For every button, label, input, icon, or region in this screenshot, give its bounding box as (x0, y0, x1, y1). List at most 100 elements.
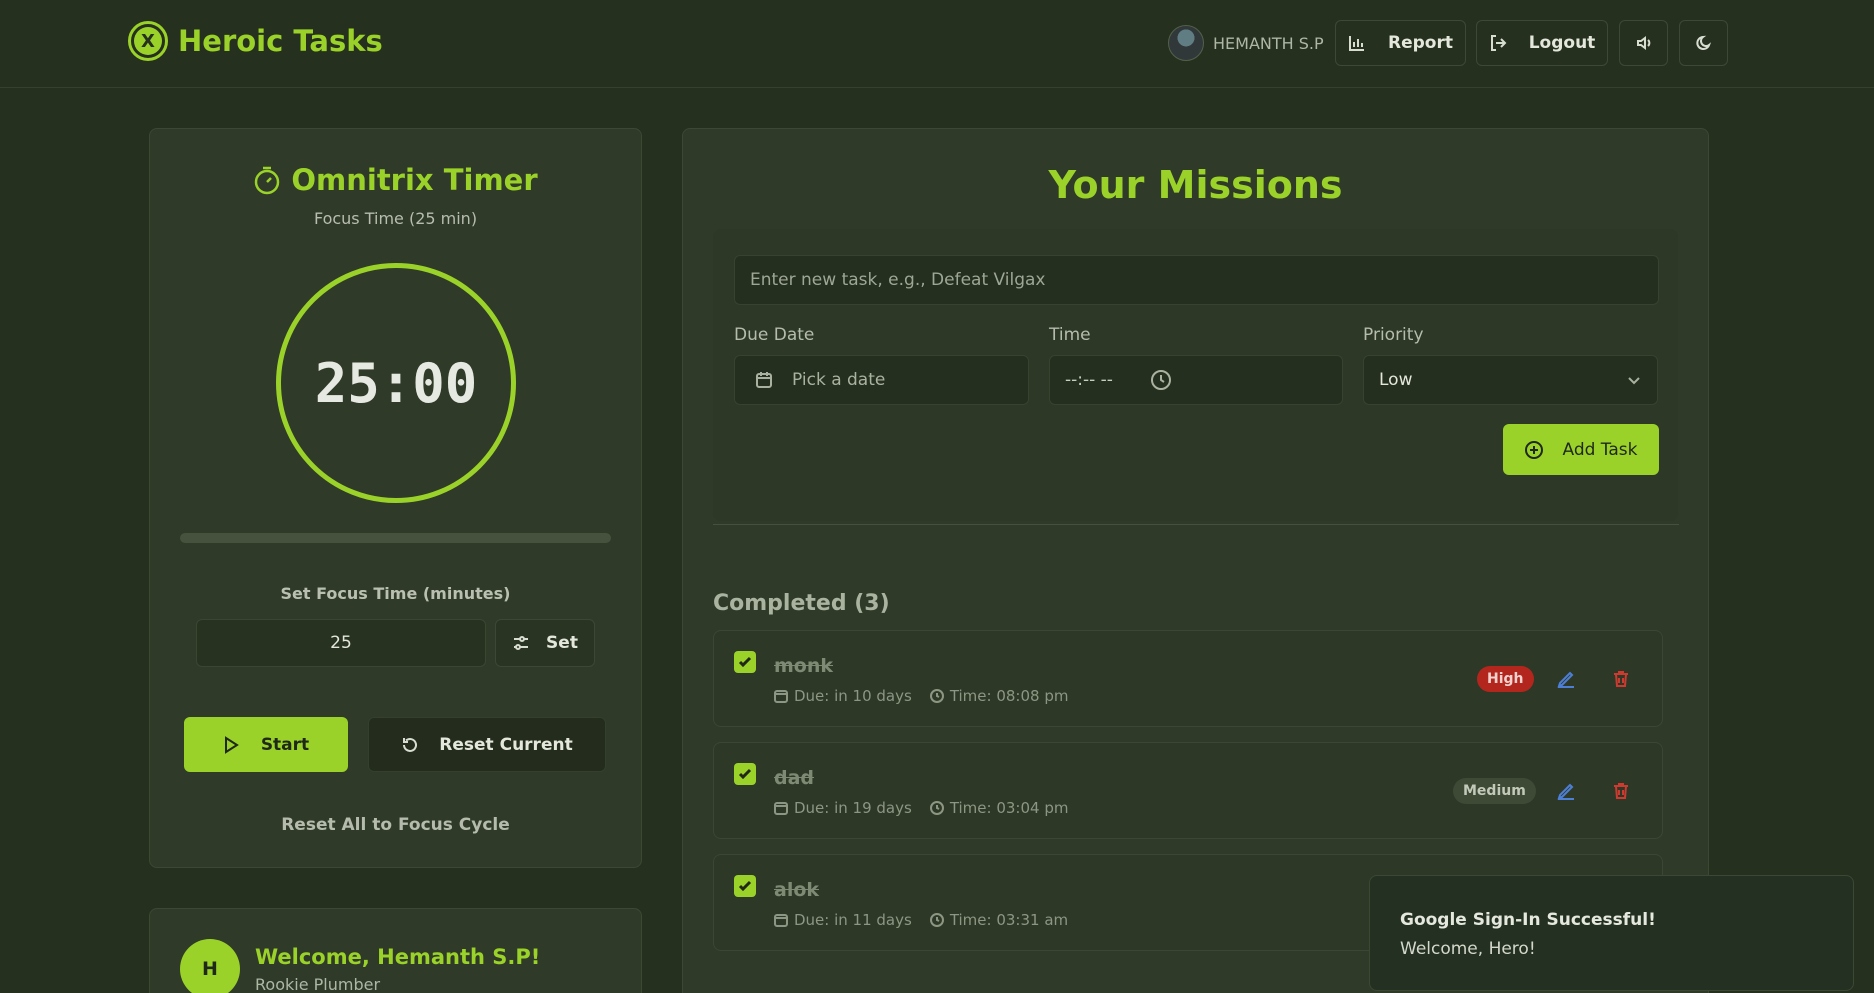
app-logo[interactable]: X Heroic Tasks (128, 21, 383, 61)
task-card: dad Due: in 19 days Time: 03:04 pm Mediu… (713, 742, 1663, 839)
moon-icon (1695, 35, 1711, 50)
check-icon (738, 656, 752, 668)
priority-badge: Medium (1453, 778, 1536, 804)
section-divider (713, 524, 1679, 525)
calendar-icon (774, 802, 788, 815)
task-due: Due: in 10 days (794, 687, 912, 705)
check-icon (738, 880, 752, 892)
set-label: Set (546, 633, 578, 653)
user-name: HEMANTH S.P (1213, 33, 1324, 53)
welcome-name: Welcome, Hemanth S.P! (255, 945, 541, 969)
toast-title: Google Sign-In Successful! (1400, 910, 1656, 930)
timer-panel: Omnitrix Timer Focus Time (25 min) 25:00… (149, 128, 642, 868)
chevron-down-icon (1628, 377, 1640, 385)
toast-notification[interactable]: Google Sign-In Successful! Welcome, Hero… (1369, 875, 1854, 991)
task-meta: Due: in 10 days Time: 08:08 pm (774, 687, 1068, 705)
task-checkbox[interactable] (734, 875, 756, 897)
logout-button[interactable]: Logout (1476, 20, 1608, 66)
clock-icon (929, 689, 944, 703)
reset-all-link[interactable]: Reset All to Focus Cycle (150, 815, 641, 835)
rotate-ccw-icon (403, 737, 418, 752)
welcome-panel: H Welcome, Hemanth S.P! Rookie Plumber (149, 908, 642, 993)
focus-time-label: Set Focus Time (minutes) (280, 584, 511, 603)
task-time: Time: 08:08 pm (949, 687, 1069, 705)
timer-subtitle: Focus Time (25 min) (313, 209, 478, 228)
timer-title: Omnitrix Timer (291, 163, 538, 197)
start-label: Start (260, 734, 310, 755)
edit-button[interactable] (1554, 779, 1578, 803)
add-task-button[interactable]: Add Task (1503, 424, 1659, 475)
delete-button[interactable] (1609, 779, 1633, 803)
task-name: dad (774, 767, 815, 789)
missions-panel: Your Missions Due Date Time Priority Pic… (682, 128, 1709, 993)
time-label: Time (1049, 325, 1091, 345)
pencil-icon (1557, 671, 1574, 688)
task-meta: Due: in 11 days Time: 03:31 am (774, 911, 1068, 929)
task-card: monk Due: in 10 days Time: 08:08 pm High (713, 630, 1663, 727)
focus-minutes-input[interactable] (196, 619, 486, 667)
priority-value: Low (1379, 370, 1413, 390)
due-date-label: Due Date (734, 325, 815, 345)
report-button[interactable]: Report (1335, 20, 1466, 66)
app-title: Heroic Tasks (178, 24, 383, 58)
reset-current-button[interactable]: Reset Current (368, 717, 606, 772)
task-checkbox[interactable] (734, 651, 756, 673)
completed-heading: Completed (3) (713, 591, 890, 616)
due-date-picker[interactable]: Pick a date (734, 355, 1029, 405)
task-name: alok (774, 879, 820, 901)
reset-current-label: Reset Current (439, 734, 573, 755)
trash-icon (1614, 671, 1628, 687)
clock-icon (929, 801, 944, 815)
user-avatar (1168, 25, 1204, 61)
timer-title-row: Omnitrix Timer (150, 163, 641, 197)
theme-toggle-button[interactable] (1679, 20, 1728, 66)
task-name: monk (774, 655, 834, 677)
timer-progress-bar (180, 533, 611, 543)
new-task-input[interactable] (734, 255, 1659, 305)
priority-label: Priority (1363, 325, 1424, 345)
date-placeholder: Pick a date (792, 370, 886, 390)
task-due: Due: in 11 days (794, 911, 912, 929)
toast-message: Welcome, Hero! (1400, 939, 1536, 959)
task-time: Time: 03:31 am (949, 911, 1069, 929)
edit-button[interactable] (1554, 667, 1578, 691)
pencil-icon (1557, 783, 1574, 800)
plus-circle-icon (1525, 440, 1544, 459)
bar-chart-icon (1349, 36, 1364, 51)
priority-badge: High (1477, 666, 1534, 692)
omnitrix-icon: X (128, 21, 168, 61)
report-label: Report (1388, 33, 1453, 53)
task-checkbox[interactable] (734, 763, 756, 785)
calendar-icon (756, 372, 772, 388)
logout-label: Logout (1528, 33, 1596, 53)
start-button[interactable]: Start (184, 717, 348, 772)
clock-icon (929, 913, 944, 927)
check-icon (738, 768, 752, 780)
welcome-avatar: H (180, 939, 240, 993)
time-picker[interactable]: --:-- -- (1049, 355, 1343, 405)
top-bar: X Heroic Tasks HEMANTH S.P Report Logout (0, 0, 1874, 88)
sound-toggle-button[interactable] (1619, 20, 1668, 66)
play-icon (224, 735, 239, 754)
priority-select[interactable]: Low (1363, 355, 1658, 405)
time-placeholder: --:-- -- (1065, 370, 1113, 390)
trash-icon (1614, 783, 1628, 799)
task-time: Time: 03:04 pm (949, 799, 1069, 817)
sliders-icon (514, 636, 529, 650)
task-meta: Due: in 19 days Time: 03:04 pm (774, 799, 1068, 817)
logout-icon (1490, 35, 1507, 51)
set-focus-button[interactable]: Set (495, 619, 595, 667)
add-task-label: Add Task (1562, 439, 1638, 460)
calendar-icon (774, 690, 788, 703)
calendar-icon (774, 914, 788, 927)
clock-icon (1150, 370, 1171, 390)
speaker-icon (1636, 36, 1650, 50)
timer-display: 25:00 (314, 351, 478, 415)
delete-button[interactable] (1609, 667, 1633, 691)
stopwatch-icon (255, 166, 280, 195)
task-due: Due: in 19 days (794, 799, 912, 817)
timer-ring: 25:00 (276, 263, 516, 503)
user-chip: HEMANTH S.P (1168, 25, 1324, 61)
missions-title: Your Missions (1048, 163, 1343, 207)
welcome-rank: Rookie Plumber (255, 975, 381, 993)
